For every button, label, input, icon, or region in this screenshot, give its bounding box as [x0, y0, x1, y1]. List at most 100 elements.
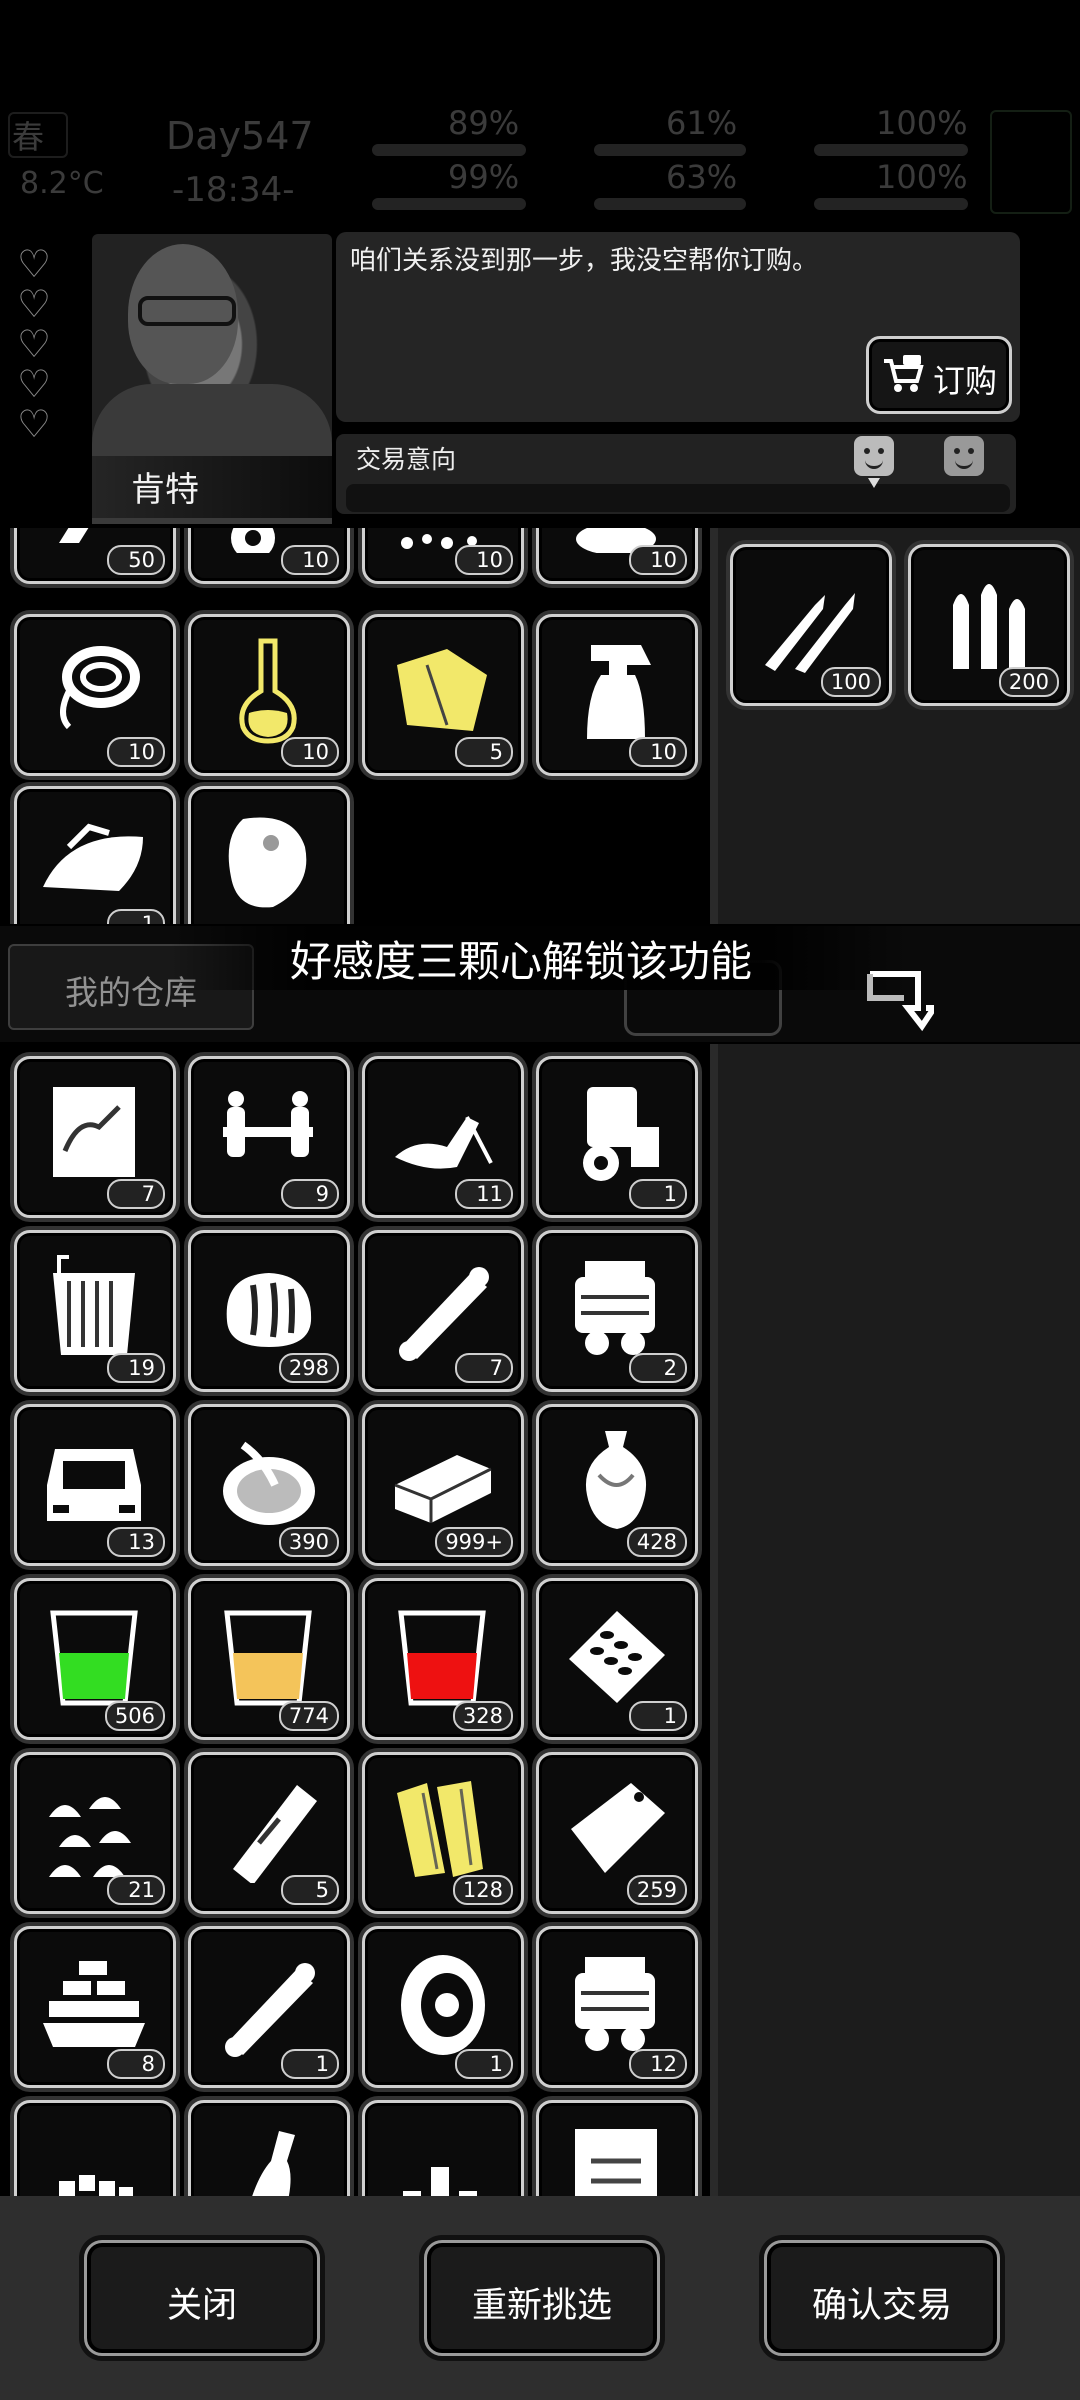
- item-slot[interactable]: 13: [14, 1404, 176, 1566]
- item-count: 10: [455, 545, 513, 575]
- order-button[interactable]: 订购: [866, 336, 1012, 414]
- item-count: 7: [455, 1353, 513, 1383]
- item-slot[interactable]: 1: [188, 1926, 350, 2088]
- item-slot[interactable]: 10: [14, 614, 176, 776]
- bottle-icon: [252, 2131, 295, 2196]
- offer-slot[interactable]: 100: [730, 544, 892, 706]
- item-slot[interactable]: 1: [536, 1578, 698, 1740]
- item-count: 10: [629, 737, 687, 767]
- close-button-label: 关闭: [166, 2286, 237, 2326]
- wood-planks-icon: [397, 1781, 483, 1877]
- item-slot[interactable]: 10: [362, 528, 524, 584]
- item-slot[interactable]: 774: [188, 1578, 350, 1740]
- item-count: 999+: [435, 1527, 513, 1557]
- motorcycle-part-icon: [395, 1116, 493, 1169]
- minimap-box[interactable]: [990, 110, 1072, 214]
- item-slot[interactable]: [14, 2100, 176, 2196]
- dumplings-icon: [49, 1797, 131, 1877]
- stat-hunger: 100%: [876, 104, 968, 142]
- item-slot[interactable]: 328: [362, 1578, 524, 1740]
- item-count: 11: [455, 1179, 513, 1209]
- item-slot[interactable]: 9: [188, 1056, 350, 1218]
- item-count: 10: [281, 737, 339, 767]
- item-slot[interactable]: 390: [188, 1404, 350, 1566]
- item-slot[interactable]: 999+: [362, 1404, 524, 1566]
- blueprint-icon: [53, 1087, 135, 1177]
- reselect-button[interactable]: 重新挑选: [424, 2240, 660, 2356]
- health-bar: [372, 144, 526, 156]
- close-button[interactable]: 关闭: [84, 2240, 320, 2356]
- item-slot[interactable]: 8: [14, 1926, 176, 2088]
- stat-thirst: 63%: [666, 158, 738, 196]
- iron-icon: [43, 823, 143, 891]
- hunger-bar: [814, 144, 968, 156]
- document-icon: [575, 2129, 657, 2196]
- item-slot[interactable]: 7: [14, 1056, 176, 1218]
- axle-icon: [223, 1091, 313, 1157]
- orange-drink-icon: [224, 1610, 312, 1706]
- stat-stamina: 61%: [666, 104, 738, 142]
- item-slot[interactable]: [188, 786, 350, 924]
- mood-bar: [814, 198, 968, 210]
- item-count: 1: [281, 2049, 339, 2079]
- brick-icon: [394, 1455, 492, 1523]
- item-slot[interactable]: 1: [14, 786, 176, 924]
- item-count: 774: [278, 1701, 339, 1731]
- trade-intent-label: 交易意向: [356, 445, 457, 474]
- item-slot[interactable]: 10: [188, 528, 350, 584]
- stat-armor: 99%: [448, 158, 520, 196]
- soup-bowl-icon: [223, 1441, 315, 1525]
- spray-bottle-icon: [587, 645, 651, 739]
- item-count: 390: [278, 1527, 339, 1557]
- item-slot[interactable]: 7: [362, 1230, 524, 1392]
- item-slot[interactable]: 10: [188, 614, 350, 776]
- item-count: 13: [107, 1527, 165, 1557]
- item-count: 1: [629, 1179, 687, 1209]
- item-slot[interactable]: 10: [536, 614, 698, 776]
- stat-health: 89%: [448, 104, 520, 142]
- car-body-icon: [47, 1449, 141, 1521]
- item-count: 100: [820, 667, 881, 697]
- item-count: 8: [107, 2049, 165, 2079]
- item-slot[interactable]: 5: [188, 1752, 350, 1914]
- item-slot[interactable]: 1: [362, 1926, 524, 2088]
- item-slot[interactable]: 259: [536, 1752, 698, 1914]
- item-slot[interactable]: 50: [14, 528, 176, 584]
- item-slot[interactable]: 428: [536, 1404, 698, 1566]
- bread-icon: [226, 1273, 312, 1347]
- my-offer-grid: [718, 1044, 1080, 2196]
- thirst-bar: [594, 198, 746, 210]
- item-slot[interactable]: [536, 2100, 698, 2196]
- heart-icon: ♡: [16, 402, 52, 446]
- item-slot[interactable]: 21: [14, 1752, 176, 1914]
- time-label: -18:34-: [172, 170, 295, 210]
- reselect-button-label: 重新挑选: [471, 2286, 612, 2326]
- item-slot[interactable]: 5: [362, 614, 524, 776]
- item-count: 328: [452, 1701, 513, 1731]
- affection-hearts: ♡ ♡ ♡ ♡ ♡: [14, 245, 58, 446]
- item-slot[interactable]: 19: [14, 1230, 176, 1392]
- order-label: 订购: [933, 362, 998, 400]
- item-slot[interactable]: 128: [362, 1752, 524, 1914]
- item-slot[interactable]: 506: [14, 1578, 176, 1740]
- item-count: 1: [629, 1701, 687, 1731]
- item-slot[interactable]: 11: [362, 1056, 524, 1218]
- item-slot[interactable]: 10: [536, 528, 698, 584]
- temperature-label: 8.2°C: [20, 166, 104, 201]
- offer-slot[interactable]: 200: [908, 544, 1070, 706]
- item-slot[interactable]: [188, 2100, 350, 2196]
- flask-icon: [239, 638, 297, 744]
- v-engine-icon: [575, 1957, 655, 2051]
- item-slot[interactable]: 298: [188, 1230, 350, 1392]
- confirm-trade-button[interactable]: 确认交易: [764, 2240, 1000, 2356]
- cans-icon: [403, 2167, 477, 2196]
- item-count: 428: [626, 1527, 687, 1557]
- return-arrow-icon[interactable]: [864, 968, 934, 1032]
- item-count: 5: [281, 1875, 339, 1905]
- item-slot[interactable]: [362, 2100, 524, 2196]
- bullets-icon: [953, 584, 1025, 669]
- item-slot[interactable]: 1: [536, 1056, 698, 1218]
- item-slot[interactable]: 2: [536, 1230, 698, 1392]
- item-slot[interactable]: 12: [536, 1926, 698, 2088]
- npc-offer-grid: 100 200: [718, 528, 1080, 924]
